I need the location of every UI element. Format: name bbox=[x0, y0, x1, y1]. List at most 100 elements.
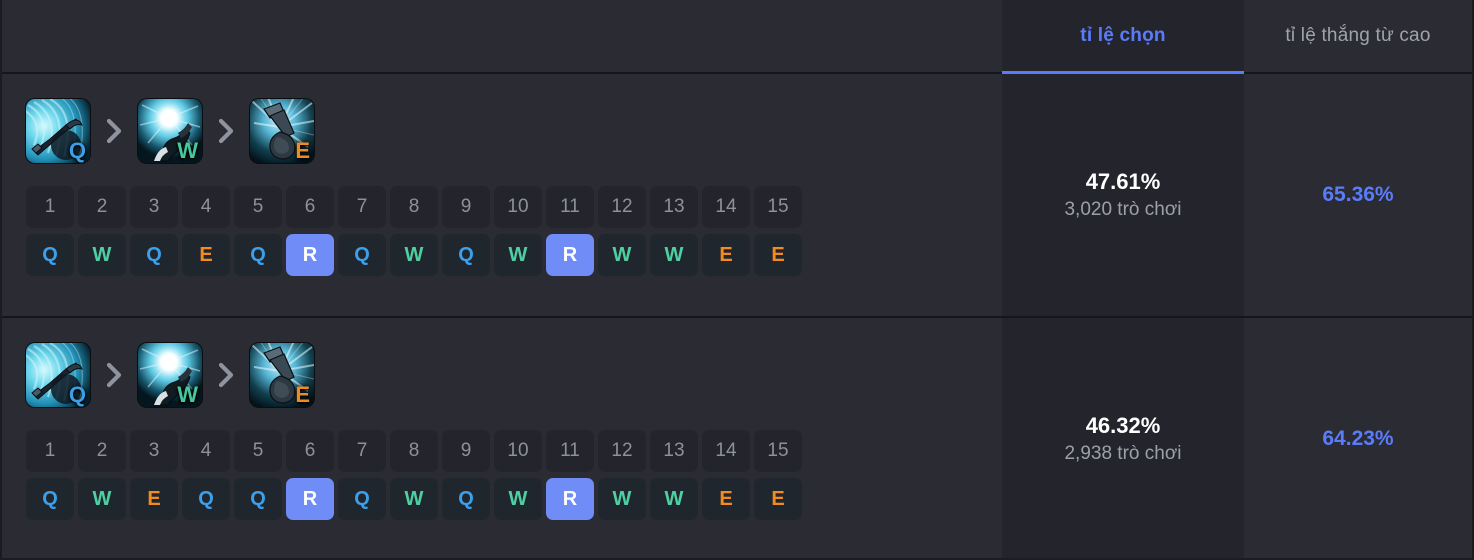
skill-slot-3: E bbox=[130, 478, 178, 520]
skill-level-number: 14 bbox=[702, 186, 750, 228]
skill-level-number: 11 bbox=[546, 430, 594, 472]
skill-level-number: 2 bbox=[78, 186, 126, 228]
pick-rate-value: 46.32% bbox=[1085, 413, 1161, 438]
skill-slot-2: W bbox=[78, 478, 126, 520]
skill-level-number: 6 bbox=[286, 186, 334, 228]
skill-level-number: 1 bbox=[26, 430, 74, 472]
skill-slot-5: Q bbox=[234, 234, 282, 276]
skill-level-number: 3 bbox=[130, 186, 178, 228]
skill-level-number: 9 bbox=[442, 430, 490, 472]
skill-level-number: 15 bbox=[754, 186, 802, 228]
tab-pick-rate[interactable]: tỉ lệ chọn bbox=[1002, 0, 1244, 74]
skill-level-number: 8 bbox=[390, 186, 438, 228]
ability-key-label: W bbox=[177, 137, 198, 163]
chevron-right-icon bbox=[90, 361, 138, 389]
skill-level-number: 10 bbox=[494, 186, 542, 228]
skill-level-number: 5 bbox=[234, 186, 282, 228]
ability-icon-e[interactable]: E bbox=[250, 343, 314, 407]
skill-level-number: 6 bbox=[286, 430, 334, 472]
table-row: Q W E 1 2 3 4 5 6 7 8 9 10 11 12 13 14 1… bbox=[2, 318, 1472, 560]
tab-pick-rate-label: tỉ lệ chọn bbox=[1080, 25, 1166, 46]
ability-icon-w[interactable]: W bbox=[138, 99, 202, 163]
skill-slot-6: R bbox=[286, 234, 334, 276]
skill-slot-12: W bbox=[598, 234, 646, 276]
skill-order-table: tỉ lệ chọn tỉ lệ thắng từ cao Q W E 1 2 … bbox=[0, 0, 1474, 558]
skill-order-sequence: QWQEQRQWQWRWWEE bbox=[26, 234, 812, 276]
skill-slot-7: Q bbox=[338, 478, 386, 520]
table-header: tỉ lệ chọn tỉ lệ thắng từ cao bbox=[2, 0, 1472, 74]
chevron-right-icon bbox=[90, 117, 138, 145]
chevron-right-icon bbox=[218, 362, 234, 388]
games-count: 2,938 trò chơi bbox=[1064, 443, 1182, 464]
skill-slot-7: Q bbox=[338, 234, 386, 276]
chevron-right-icon bbox=[106, 118, 122, 144]
games-count: 3,020 trò chơi bbox=[1064, 199, 1182, 220]
skill-slot-11: R bbox=[546, 478, 594, 520]
win-rate-cell: 64.23% bbox=[1244, 318, 1472, 560]
ability-icon-e[interactable]: E bbox=[250, 99, 314, 163]
skill-slot-11: R bbox=[546, 234, 594, 276]
skill-slot-9: Q bbox=[442, 234, 490, 276]
skill-level-number: 13 bbox=[650, 186, 698, 228]
skill-level-number: 1 bbox=[26, 186, 74, 228]
table-body: Q W E 1 2 3 4 5 6 7 8 9 10 11 12 13 14 1… bbox=[2, 74, 1472, 560]
skill-slot-4: E bbox=[182, 234, 230, 276]
ability-icon-w[interactable]: W bbox=[138, 343, 202, 407]
ability-max-order: Q W E bbox=[26, 98, 1002, 164]
pick-rate-value: 47.61% bbox=[1085, 169, 1161, 194]
ability-key-label: Q bbox=[68, 381, 86, 407]
ability-key-label: W bbox=[177, 381, 198, 407]
skill-slot-10: W bbox=[494, 478, 542, 520]
ability-key-label: E bbox=[295, 137, 310, 163]
ability-key-label: Q bbox=[68, 137, 86, 163]
skill-slot-14: E bbox=[702, 478, 750, 520]
skill-slot-14: E bbox=[702, 234, 750, 276]
skill-level-number: 8 bbox=[390, 430, 438, 472]
win-rate-value: 64.23% bbox=[1322, 427, 1394, 450]
chevron-right-icon bbox=[218, 118, 234, 144]
skill-slot-13: W bbox=[650, 234, 698, 276]
skill-level-number: 2 bbox=[78, 430, 126, 472]
skill-level-header: 1 2 3 4 5 6 7 8 9 10 11 12 13 14 15 bbox=[26, 430, 812, 472]
ability-key-label: E bbox=[295, 381, 310, 407]
skill-level-number: 3 bbox=[130, 430, 178, 472]
skill-slot-5: Q bbox=[234, 478, 282, 520]
ability-icon-q[interactable]: Q bbox=[26, 99, 90, 163]
skill-slot-6: R bbox=[286, 478, 334, 520]
skill-slot-10: W bbox=[494, 234, 542, 276]
skill-slot-13: W bbox=[650, 478, 698, 520]
skill-slot-2: W bbox=[78, 234, 126, 276]
skill-level-number: 9 bbox=[442, 186, 490, 228]
skill-level-number: 11 bbox=[546, 186, 594, 228]
skill-level-number: 13 bbox=[650, 430, 698, 472]
ability-icon-q[interactable]: Q bbox=[26, 343, 90, 407]
skill-slot-4: Q bbox=[182, 478, 230, 520]
header-spacer bbox=[2, 0, 1002, 72]
skill-slot-9: Q bbox=[442, 478, 490, 520]
row-skill-path: Q W E 1 2 3 4 5 6 7 8 9 10 11 12 13 14 1… bbox=[2, 318, 1002, 560]
chevron-right-icon bbox=[202, 361, 250, 389]
win-rate-value: 65.36% bbox=[1322, 183, 1394, 206]
skill-level-number: 15 bbox=[754, 430, 802, 472]
tab-win-rate[interactable]: tỉ lệ thắng từ cao bbox=[1244, 0, 1472, 72]
skill-level-number: 5 bbox=[234, 430, 282, 472]
skill-level-number: 10 bbox=[494, 430, 542, 472]
skill-slot-12: W bbox=[598, 478, 646, 520]
pick-rate-cell: 46.32% 2,938 trò chơi bbox=[1002, 318, 1244, 560]
skill-order-sequence: QWEQQRQWQWRWWEE bbox=[26, 478, 812, 520]
skill-level-number: 12 bbox=[598, 430, 646, 472]
table-row: Q W E 1 2 3 4 5 6 7 8 9 10 11 12 13 14 1… bbox=[2, 74, 1472, 318]
skill-level-number: 4 bbox=[182, 430, 230, 472]
skill-slot-3: Q bbox=[130, 234, 178, 276]
ability-max-order: Q W E bbox=[26, 342, 1002, 408]
skill-level-number: 4 bbox=[182, 186, 230, 228]
skill-order-grid: 1 2 3 4 5 6 7 8 9 10 11 12 13 14 15 Q W E Q Q R Q W Q W R W W E E bbox=[26, 430, 812, 520]
skill-slot-1: Q bbox=[26, 234, 74, 276]
win-rate-cell: 65.36% bbox=[1244, 74, 1472, 316]
skill-order-grid: 1 2 3 4 5 6 7 8 9 10 11 12 13 14 15 Q W Q E Q R Q W Q W R W W E E bbox=[26, 186, 812, 276]
skill-slot-15: E bbox=[754, 478, 802, 520]
pick-rate-cell: 47.61% 3,020 trò chơi bbox=[1002, 74, 1244, 316]
chevron-right-icon bbox=[202, 117, 250, 145]
skill-slot-1: Q bbox=[26, 478, 74, 520]
skill-level-number: 7 bbox=[338, 430, 386, 472]
